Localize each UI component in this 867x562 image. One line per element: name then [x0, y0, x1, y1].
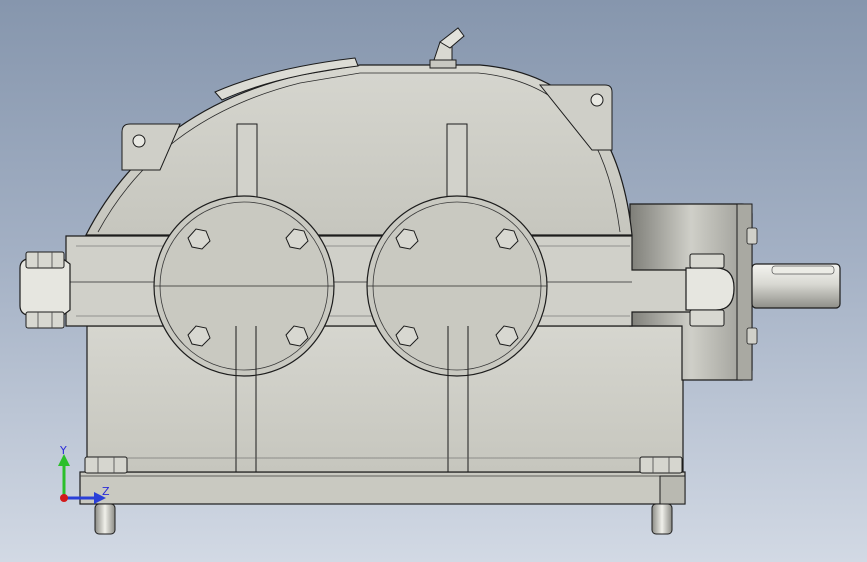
- cad-viewport[interactable]: Y Z: [0, 0, 867, 562]
- foot-pin-right[interactable]: [651, 503, 673, 535]
- base-nut-right[interactable]: [639, 456, 683, 474]
- upper-cover[interactable]: [85, 57, 633, 236]
- bearing-boss-right[interactable]: [366, 195, 548, 377]
- bearing-boss-left[interactable]: [153, 195, 335, 377]
- gearbox-model[interactable]: Y Z: [0, 0, 867, 562]
- base-plate[interactable]: [79, 471, 686, 505]
- flange-bolt-left[interactable]: [19, 251, 71, 329]
- triad-y-label: Y: [59, 444, 67, 457]
- base-nut-left[interactable]: [84, 456, 128, 474]
- lower-housing[interactable]: [86, 325, 684, 473]
- grease-nipple-icon[interactable]: [429, 27, 465, 69]
- triad-z-label: Z: [102, 485, 110, 498]
- foot-pin-left[interactable]: [94, 503, 116, 535]
- output-shaft[interactable]: [751, 263, 841, 309]
